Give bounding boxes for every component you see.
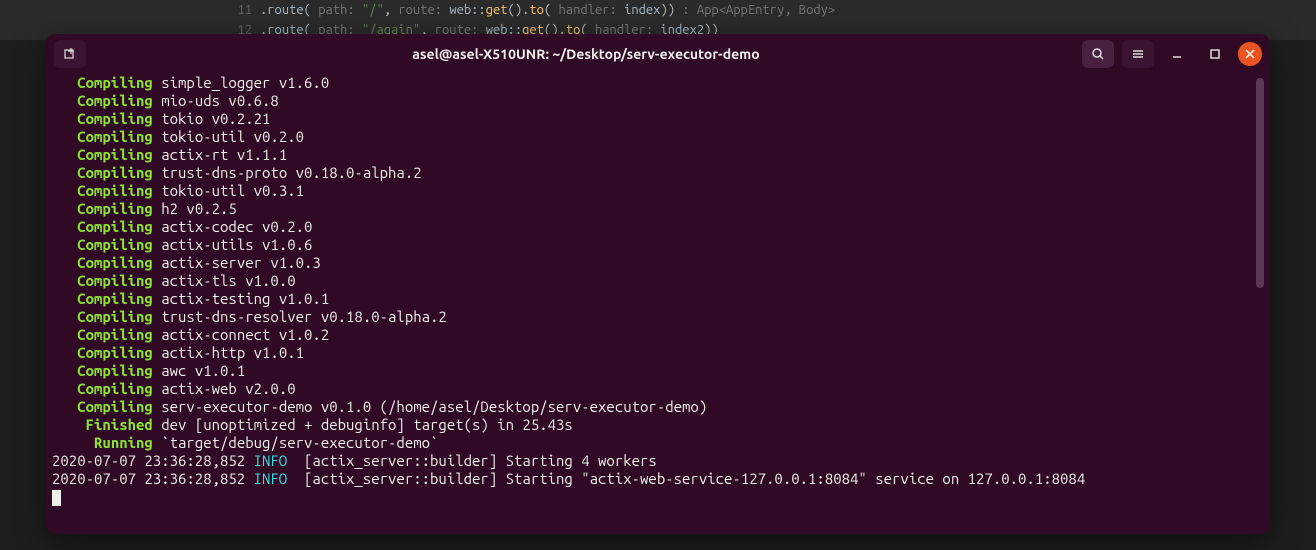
terminal-line: Compiling actix-web v2.0.0 <box>52 380 1264 398</box>
search-icon <box>1091 47 1105 61</box>
maximize-button[interactable] <box>1200 40 1230 68</box>
terminal-line: Compiling actix-utils v1.0.6 <box>52 236 1264 254</box>
terminal-line: Compiling actix-server v1.0.3 <box>52 254 1264 272</box>
code-content: .route( path: "/", route: web::get().to(… <box>260 3 835 17</box>
titlebar: asel@asel-X510UNR: ~/Desktop/serv-execut… <box>46 34 1270 74</box>
minimize-button[interactable] <box>1162 40 1192 68</box>
terminal-line: Compiling actix-rt v1.1.1 <box>52 146 1264 164</box>
terminal-line: Compiling actix-tls v1.0.0 <box>52 272 1264 290</box>
terminal-line: Compiling h2 v0.2.5 <box>52 200 1264 218</box>
terminal-line: Compiling trust-dns-proto v0.18.0-alpha.… <box>52 164 1264 182</box>
terminal-line: Compiling tokio v0.2.21 <box>52 110 1264 128</box>
terminal-line: Finished dev [unoptimized + debuginfo] t… <box>52 416 1264 434</box>
editor-line: 11 .route( path: "/", route: web::get().… <box>230 0 1316 20</box>
terminal-output[interactable]: Compiling simple_logger v1.6.0 Compiling… <box>46 74 1270 534</box>
minimize-icon <box>1171 48 1183 60</box>
terminal-line: Compiling tokio-util v0.3.1 <box>52 182 1264 200</box>
terminal-line: Running `target/debug/serv-executor-demo… <box>52 434 1264 452</box>
cursor-line <box>52 488 1264 506</box>
terminal-line: Compiling trust-dns-resolver v0.18.0-alp… <box>52 308 1264 326</box>
terminal-line: Compiling actix-codec v0.2.0 <box>52 218 1264 236</box>
terminal-line: Compiling actix-connect v1.0.2 <box>52 326 1264 344</box>
cursor <box>52 490 61 506</box>
terminal-line: Compiling actix-http v1.0.1 <box>52 344 1264 362</box>
terminal-line: Compiling simple_logger v1.6.0 <box>52 74 1264 92</box>
close-icon <box>1245 49 1255 59</box>
terminal-window: asel@asel-X510UNR: ~/Desktop/serv-execut… <box>46 34 1270 534</box>
terminal-log-line: 2020-07-07 23:36:28,852 INFO [actix_serv… <box>52 470 1264 488</box>
menu-button[interactable] <box>1122 40 1154 68</box>
new-tab-icon <box>62 46 78 62</box>
terminal-line: Compiling serv-executor-demo v0.1.0 (/ho… <box>52 398 1264 416</box>
scrollbar-thumb[interactable] <box>1256 78 1264 288</box>
terminal-line: Compiling mio-uds v0.6.8 <box>52 92 1264 110</box>
window-title: asel@asel-X510UNR: ~/Desktop/serv-execut… <box>90 46 1082 62</box>
terminal-line: Compiling actix-testing v1.0.1 <box>52 290 1264 308</box>
terminal-line: Compiling tokio-util v0.2.0 <box>52 128 1264 146</box>
terminal-log-line: 2020-07-07 23:36:28,852 INFO [actix_serv… <box>52 452 1264 470</box>
hamburger-icon <box>1131 47 1145 61</box>
search-button[interactable] <box>1082 40 1114 68</box>
terminal-line: Compiling awc v1.0.1 <box>52 362 1264 380</box>
line-number: 11 <box>230 3 260 17</box>
new-tab-button[interactable] <box>54 40 86 68</box>
maximize-icon <box>1209 48 1221 60</box>
close-button[interactable] <box>1238 42 1262 66</box>
